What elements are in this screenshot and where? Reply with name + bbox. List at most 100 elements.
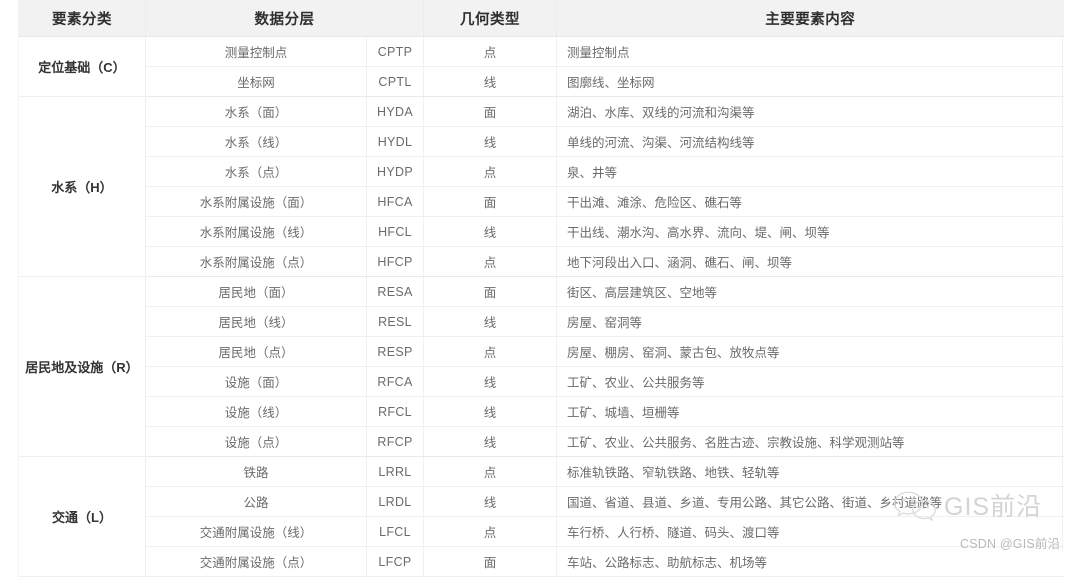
header-row: 要素分类 数据分层 几何类型 主要要素内容: [18, 0, 1064, 37]
layer-code-cell: CPTP: [366, 36, 424, 67]
main-content-cell: 测量控制点: [556, 36, 1064, 67]
csdn-credit: CSDN @GIS前沿: [960, 537, 1061, 551]
table-row: 水系（H） 水系（面） HYDA 面湖泊、水库、双线的河流和沟渠等: [18, 96, 1064, 277]
data-layer-cell: 铁路: [145, 456, 367, 487]
layer-code-cell: HFCP: [366, 246, 424, 277]
table-row: 居民地（点） RESP 点房屋、棚房、窑洞、蒙古包、放牧点等: [19, 336, 1064, 367]
geometry-type-cell: 线: [423, 426, 557, 457]
data-layer-cell: 居民地（线）: [145, 306, 367, 337]
geometry-type-cell: 线: [423, 126, 557, 157]
geometry-type-cell: 面: [423, 276, 557, 307]
data-layer-cell: 居民地（面）: [145, 276, 367, 307]
layer-code-cell: RFCL: [366, 396, 424, 427]
layer-code-cell: CPTL: [366, 66, 424, 97]
header-main-content: 主要要素内容: [556, 0, 1064, 37]
geometry-type-cell: 点: [423, 456, 557, 487]
main-content-cell: 工矿、农业、公共服务、名胜古迹、宗教设施、科学观测站等: [556, 426, 1064, 457]
feature-class-cell: 居民地及设施（R）: [18, 276, 146, 457]
layer-code-cell: HFCA: [366, 186, 424, 217]
layer-code-cell: LFCP: [366, 546, 424, 577]
table-row: 设施（线） RFCL 线工矿、城墙、垣栅等: [19, 396, 1064, 427]
feature-classification-table: 要素分类 数据分层 几何类型 主要要素内容 定位基础（C） 测量控制点 CPTP 点测…: [18, 0, 1064, 577]
main-content-cell: 工矿、农业、公共服务等: [556, 366, 1064, 397]
layer-code-cell: HFCL: [366, 216, 424, 247]
table-row: 水系附属设施（面） HFCA 面干出滩、滩涂、危险区、礁石等: [19, 186, 1064, 217]
table-row: 水系附属设施（点） HFCP 点地下河段出入口、涵洞、礁石、闸、坝等: [19, 246, 1064, 277]
data-layer-cell: 公路: [145, 486, 367, 517]
data-layer-cell: 交通附属设施（线）: [145, 516, 367, 547]
layer-code-cell: RESL: [366, 306, 424, 337]
data-layer-cell: 水系（面）: [145, 96, 367, 127]
geometry-type-cell: 点: [423, 36, 557, 67]
table-row: 居民地及设施（R） 居民地（面） RESA 面街区、高层建筑区、空地等: [18, 276, 1064, 457]
geometry-type-cell: 线: [423, 486, 557, 517]
table-row: 定位基础（C） 测量控制点 CPTP 点测量控制点: [18, 36, 1064, 97]
data-layer-cell: 水系附属设施（线）: [145, 216, 367, 247]
layer-code-cell: LFCL: [366, 516, 424, 547]
layer-code-cell: RFCP: [366, 426, 424, 457]
geometry-type-cell: 点: [423, 156, 557, 187]
main-content-cell: 湖泊、水库、双线的河流和沟渠等: [556, 96, 1064, 127]
table-row: 公路 LRDL 线国道、省道、县道、乡道、专用公路、其它公路、街道、乡村道路等: [19, 486, 1064, 517]
main-content-cell: 国道、省道、县道、乡道、专用公路、其它公路、街道、乡村道路等: [556, 486, 1064, 517]
main-content-cell: 干出线、潮水沟、高水界、流向、堤、闸、坝等: [556, 216, 1064, 247]
layer-code-cell: HYDP: [366, 156, 424, 187]
table-row: 水系（点） HYDP 点泉、井等: [19, 156, 1064, 187]
geometry-type-cell: 线: [423, 366, 557, 397]
table-row: 水系（线） HYDL 线单线的河流、沟渠、河流结构线等: [19, 126, 1064, 157]
geometry-type-cell: 面: [423, 546, 557, 577]
layer-code-cell: LRRL: [366, 456, 424, 487]
geometry-type-cell: 线: [423, 66, 557, 97]
table-row: 居民地（线） RESL 线房屋、窑洞等: [19, 306, 1064, 337]
main-content-cell: 干出滩、滩涂、危险区、礁石等: [556, 186, 1064, 217]
layer-code-cell: LRDL: [366, 486, 424, 517]
main-content-cell: 标准轨铁路、窄轨铁路、地铁、轻轨等: [556, 456, 1064, 487]
page-root: 要素分类 数据分层 几何类型 主要要素内容 定位基础（C） 测量控制点 CPTP 点测…: [0, 0, 1080, 577]
main-content-cell: 单线的河流、沟渠、河流结构线等: [556, 126, 1064, 157]
table-row: 水系附属设施（线） HFCL 线干出线、潮水沟、高水界、流向、堤、闸、坝等: [19, 216, 1064, 247]
data-layer-cell: 水系附属设施（面）: [145, 186, 367, 217]
data-layer-cell: 设施（面）: [145, 366, 367, 397]
data-layer-cell: 居民地（点）: [145, 336, 367, 367]
table-row: 交通（L） 铁路 LRRL 点标准轨铁路、窄轨铁路、地铁、轻轨等: [18, 456, 1064, 577]
geometry-type-cell: 点: [423, 336, 557, 367]
geometry-type-cell: 线: [423, 396, 557, 427]
main-content-cell: 泉、井等: [556, 156, 1064, 187]
data-layer-cell: 设施（点）: [145, 426, 367, 457]
header-feature-class: 要素分类: [18, 0, 146, 37]
table-row: 交通附属设施（线） LFCL 点车行桥、人行桥、隧道、码头、渡口等: [19, 516, 1064, 547]
main-content-cell: 工矿、城墙、垣栅等: [556, 396, 1064, 427]
table-row: 设施（面） RFCA 线工矿、农业、公共服务等: [19, 366, 1064, 397]
main-content-cell: 地下河段出入口、涵洞、礁石、闸、坝等: [556, 246, 1064, 277]
feature-class-cell: 定位基础（C）: [18, 36, 146, 97]
layer-code-cell: RESP: [366, 336, 424, 367]
geometry-type-cell: 点: [423, 516, 557, 547]
geometry-type-cell: 面: [423, 186, 557, 217]
data-layer-cell: 水系附属设施（点）: [145, 246, 367, 277]
table-right-rule: [1062, 0, 1063, 553]
header-data-layer: 数据分层: [145, 0, 424, 37]
data-layer-cell: 交通附属设施（点）: [145, 546, 367, 577]
feature-class-cell: 水系（H）: [18, 96, 146, 277]
main-content-cell: 房屋、棚房、窑洞、蒙古包、放牧点等: [556, 336, 1064, 367]
data-layer-cell: 水系（点）: [145, 156, 367, 187]
main-content-cell: 街区、高层建筑区、空地等: [556, 276, 1064, 307]
data-layer-cell: 测量控制点: [145, 36, 367, 67]
header-geometry-type: 几何类型: [423, 0, 557, 37]
main-content-cell: 房屋、窑洞等: [556, 306, 1064, 337]
data-layer-cell: 设施（线）: [145, 396, 367, 427]
layer-code-cell: RESA: [366, 276, 424, 307]
main-content-cell: 图廓线、坐标网: [556, 66, 1064, 97]
feature-class-cell: 交通（L）: [18, 456, 146, 577]
geometry-type-cell: 面: [423, 96, 557, 127]
table-body: 定位基础（C） 测量控制点 CPTP 点测量控制点 坐标网 CPTL 线图廓线、坐标网 水系（…: [18, 36, 1064, 577]
table-header: 要素分类 数据分层 几何类型 主要要素内容: [18, 0, 1064, 37]
layer-code-cell: RFCA: [366, 366, 424, 397]
table-row: 坐标网 CPTL 线图廓线、坐标网: [19, 66, 1064, 97]
data-layer-cell: 水系（线）: [145, 126, 367, 157]
table-row: 交通附属设施（点） LFCP 面车站、公路标志、助航标志、机场等: [19, 546, 1064, 577]
geometry-type-cell: 线: [423, 306, 557, 337]
geometry-type-cell: 线: [423, 216, 557, 247]
layer-code-cell: HYDL: [366, 126, 424, 157]
data-layer-cell: 坐标网: [145, 66, 367, 97]
